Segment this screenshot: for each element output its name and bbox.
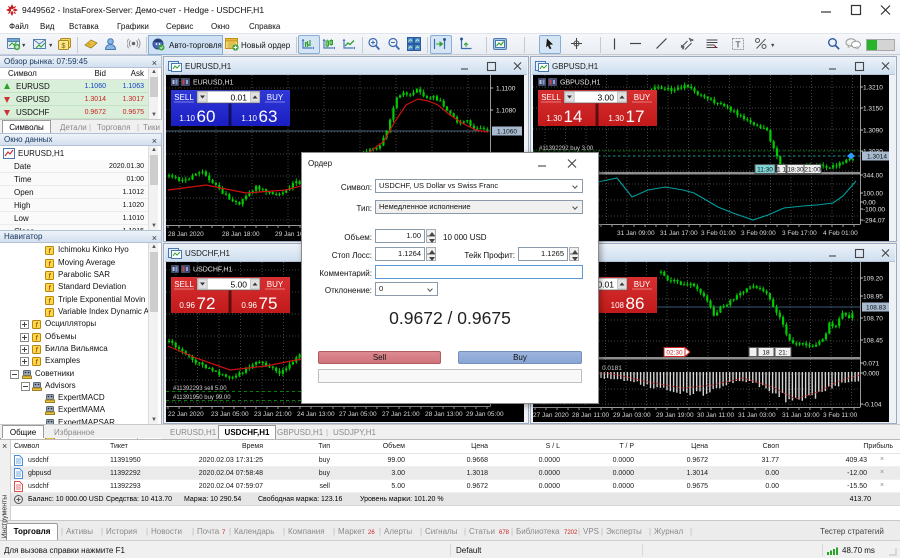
svg-text:0.01: 0.01: [230, 93, 247, 103]
svg-text:31 Jan 09:00: 31 Jan 09:00: [617, 230, 655, 237]
svg-text:1.30: 1.30: [546, 114, 562, 123]
svg-text:3 Feb 09:00: 3 Feb 09:00: [741, 230, 776, 237]
svg-text:21:00: 21:00: [804, 167, 821, 174]
svg-text:0.01: 0.01: [597, 280, 614, 290]
svg-text:1.1060: 1.1060: [497, 129, 517, 136]
svg-text:3 Feb 17:00: 3 Feb 17:00: [782, 230, 817, 237]
svg-text:17: 17: [626, 107, 645, 126]
svg-text:3 Feb 11:00: 3 Feb 11:00: [823, 412, 858, 419]
svg-text:0.96: 0.96: [179, 301, 195, 310]
svg-text:#11392293 sell 5.00: #11392293 sell 5.00: [173, 386, 227, 392]
svg-text:0.96: 0.96: [241, 301, 257, 310]
svg-text:1.10: 1.10: [179, 114, 195, 123]
svg-text:72: 72: [197, 294, 216, 313]
svg-text:109.20: 109.20: [863, 276, 883, 283]
svg-text:1.1100: 1.1100: [496, 86, 516, 93]
svg-text:3 Feb 01:00: 3 Feb 01:00: [701, 230, 736, 237]
svg-text:1.3090: 1.3090: [863, 128, 883, 135]
svg-text:02:30: 02:30: [666, 350, 683, 357]
svg-text:-294.07: -294.07: [863, 218, 885, 225]
svg-text:1.3014: 1.3014: [867, 154, 887, 161]
svg-text:BUY: BUY: [634, 280, 651, 289]
svg-text:14: 14: [564, 107, 583, 126]
svg-text:28 Jan 11:00: 28 Jan 11:00: [572, 412, 609, 419]
svg-text:108.45: 108.45: [863, 338, 883, 345]
svg-text:4 Feb 01:00: 4 Feb 01:00: [823, 230, 858, 237]
svg-text:#11391950 buy 99.00: #11391950 buy 99.00: [173, 395, 231, 401]
svg-text:BUY: BUY: [634, 93, 651, 102]
svg-text:100.00: 100.00: [863, 191, 883, 198]
svg-text:63: 63: [259, 107, 278, 126]
svg-text:11:30: 11:30: [757, 167, 773, 174]
svg-text:27 Jan 05:00: 27 Jan 05:00: [339, 411, 377, 418]
svg-text:3.00: 3.00: [597, 93, 614, 103]
svg-text:0.071: 0.071: [863, 361, 880, 368]
svg-text:28 Jan 13:00: 28 Jan 13:00: [425, 411, 463, 418]
svg-text:31 Jan 03:00: 31 Jan 03:00: [738, 412, 776, 419]
svg-text:SELL: SELL: [174, 280, 194, 289]
svg-text:5.00: 5.00: [230, 280, 247, 290]
svg-text:24 Jan 13:00: 24 Jan 13:00: [297, 411, 335, 418]
svg-text:GBPUSD,H1: GBPUSD,H1: [560, 80, 601, 87]
svg-text:SELL: SELL: [174, 93, 194, 102]
svg-text:18: 18: [762, 350, 770, 357]
svg-text:30 Jan 11:00: 30 Jan 11:00: [697, 412, 734, 419]
svg-text:86: 86: [626, 294, 645, 313]
svg-text:USDCHF,H1: USDCHF,H1: [193, 267, 232, 274]
svg-text:-0.104: -0.104: [863, 402, 882, 409]
svg-text:1.30: 1.30: [608, 114, 624, 123]
svg-text:75: 75: [259, 294, 278, 313]
svg-text:108.83: 108.83: [866, 305, 886, 312]
svg-text:SELL: SELL: [541, 93, 561, 102]
svg-text:1.10: 1.10: [241, 114, 257, 123]
svg-text:108.70: 108.70: [863, 316, 883, 323]
svg-text:21:: 21:: [778, 350, 787, 357]
svg-text:108: 108: [611, 301, 625, 310]
svg-text:BUY: BUY: [267, 93, 284, 102]
svg-text:28 Jan 2020: 28 Jan 2020: [168, 231, 204, 238]
svg-text:-100.00: -100.00: [863, 207, 885, 214]
svg-text:1.1080: 1.1080: [496, 108, 516, 115]
svg-text:29 Jan 19:00: 29 Jan 19:00: [656, 412, 694, 419]
svg-text:23 Jan 05:00: 23 Jan 05:00: [211, 411, 249, 418]
svg-text:31 Jan 19:00: 31 Jan 19:00: [782, 412, 820, 419]
svg-text:18:30: 18:30: [787, 167, 804, 174]
svg-text:BUY: BUY: [267, 280, 284, 289]
svg-text:0.0181: 0.0181: [602, 365, 622, 372]
svg-text:1.3150: 1.3150: [863, 106, 883, 113]
svg-text:344.00: 344.00: [863, 173, 883, 180]
svg-text:T: T: [735, 40, 740, 50]
svg-text:31 Jan 17:00: 31 Jan 17:00: [660, 230, 698, 237]
svg-text:22 Jan 2020: 22 Jan 2020: [168, 411, 204, 418]
svg-text:23 Jan 21:00: 23 Jan 21:00: [254, 411, 292, 418]
svg-text:EURUSD,H1: EURUSD,H1: [193, 80, 234, 87]
svg-text:108.95: 108.95: [863, 294, 883, 301]
svg-text:60: 60: [197, 107, 216, 126]
svg-text:29 Jan 03:00: 29 Jan 03:00: [613, 412, 651, 419]
svg-text:27 Jan 21:00: 27 Jan 21:00: [382, 411, 420, 418]
svg-text:1.3210: 1.3210: [863, 85, 883, 92]
svg-text:0.00: 0.00: [863, 200, 876, 207]
svg-text:1 1: 1 1: [777, 167, 786, 174]
svg-text:29 Jan 05:00: 29 Jan 05:00: [466, 411, 504, 418]
svg-text:0.000: 0.000: [863, 371, 880, 378]
svg-text:27 Jan 2020: 27 Jan 2020: [533, 412, 569, 419]
svg-text:28 Jan 18:00: 28 Jan 18:00: [222, 231, 260, 238]
